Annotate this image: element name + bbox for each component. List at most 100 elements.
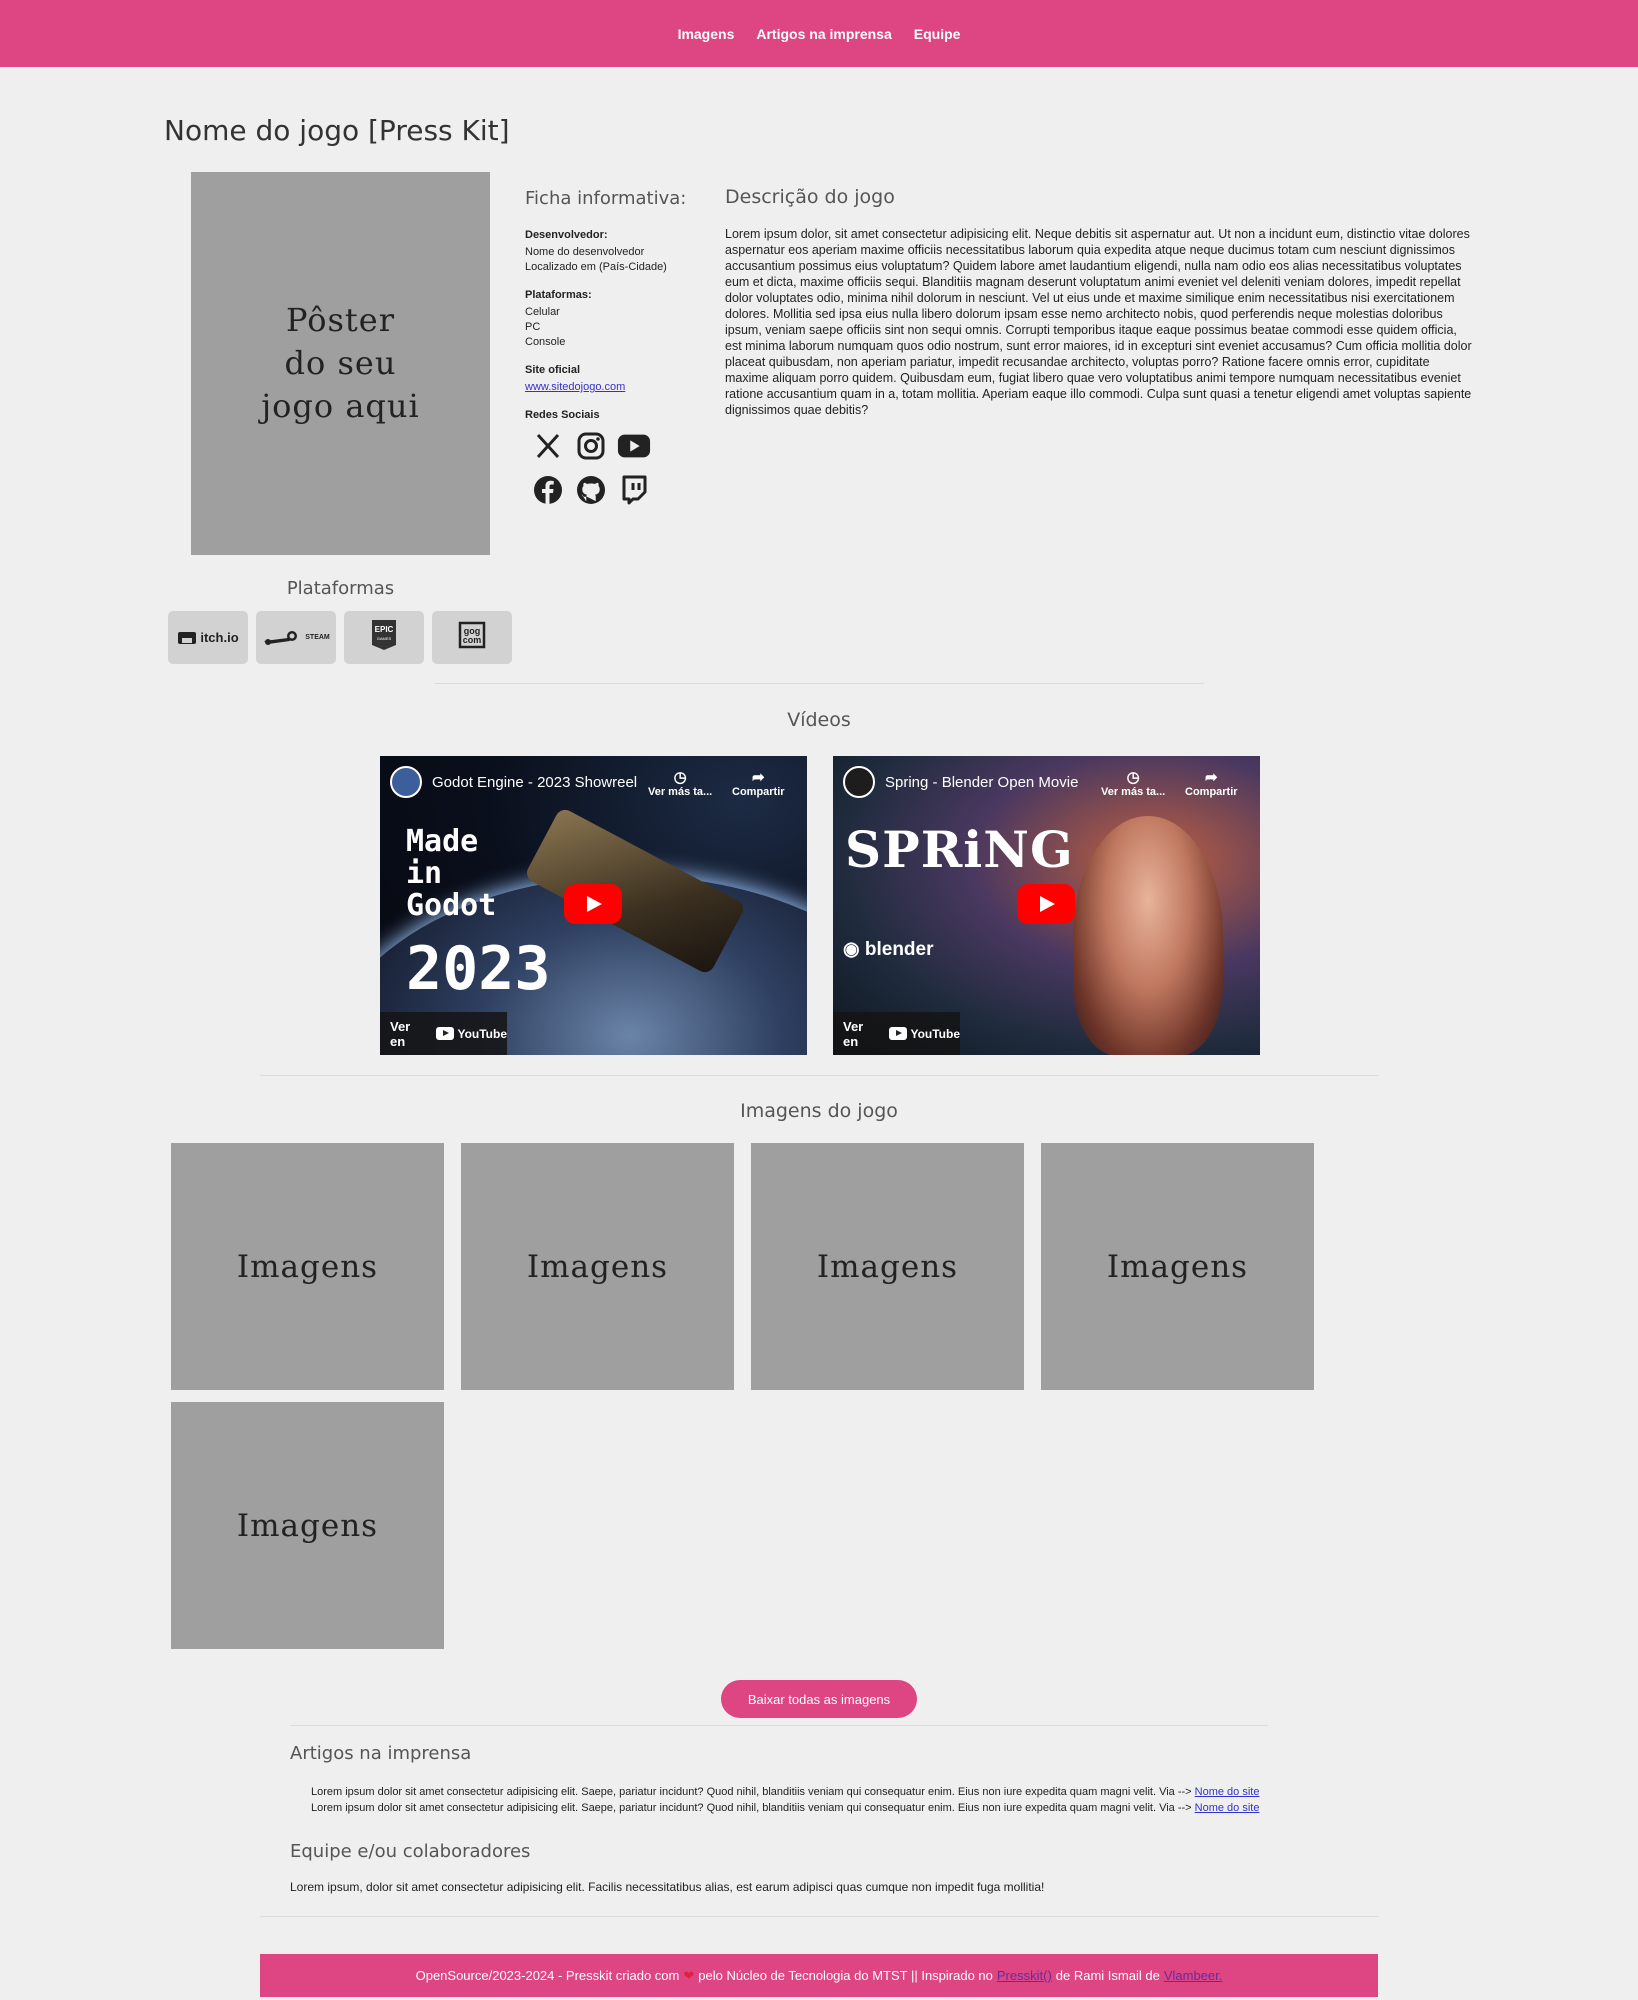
- godot-channel-avatar[interactable]: [390, 766, 422, 798]
- youtube-icon[interactable]: [617, 429, 651, 463]
- team-text: Lorem ipsum, dolor sit amet consectetur …: [290, 1880, 1045, 1894]
- press-articles: Lorem ipsum dolor sit amet consectetur a…: [311, 1784, 1259, 1816]
- article-source-link[interactable]: Nome do site: [1195, 1802, 1260, 1814]
- developer-label: Desenvolvedor:: [525, 229, 608, 241]
- fact-sheet: Ficha informativa: Desenvolvedor: Nome d…: [525, 188, 705, 507]
- video-title[interactable]: Spring - Blender Open Movie: [885, 774, 1078, 791]
- footer-text: pelo Núcleo de Tecnologia do MTST || Ins…: [698, 1968, 993, 1983]
- vlambeer-link[interactable]: Vlambeer.: [1164, 1968, 1223, 1983]
- share-button[interactable]: ➦ Compartir: [732, 768, 785, 798]
- instagram-icon[interactable]: [574, 429, 608, 463]
- steam-icon: STEAM: [262, 629, 330, 647]
- watch-later-button[interactable]: ◷ Ver más ta...: [1101, 768, 1165, 798]
- blender-channel-avatar[interactable]: [843, 766, 875, 798]
- image-placeholder-text: Imagens: [1106, 1248, 1249, 1285]
- image-tile[interactable]: Imagens: [171, 1402, 444, 1649]
- article-item: Lorem ipsum dolor sit amet consectetur a…: [311, 1800, 1259, 1816]
- divider: [434, 683, 1204, 684]
- videos-title: Vídeos: [787, 709, 851, 731]
- youtube-logo-icon: YouTube: [436, 1027, 507, 1041]
- platforms-title: Plataformas: [286, 578, 395, 599]
- video-title[interactable]: Godot Engine - 2023 Showreel: [432, 774, 637, 791]
- presskit-link[interactable]: Presskit(): [997, 1968, 1052, 1983]
- article-text: Lorem ipsum dolor sit amet consectetur a…: [311, 1786, 1195, 1798]
- images-title: Imagens do jogo: [740, 1100, 898, 1122]
- game-poster: Pôster do seu jogo aqui: [191, 172, 490, 555]
- itchio-store-button[interactable]: itch.io: [168, 611, 248, 664]
- developer-name: Nome do desenvolvedor: [525, 246, 645, 258]
- thumbnail-spring-logo: SPRiNG: [845, 820, 1074, 879]
- svg-text:EPIC: EPIC: [375, 625, 394, 634]
- thumbnail-year: 2023: [406, 934, 551, 1004]
- play-button[interactable]: [1017, 884, 1075, 924]
- store-links: itch.io STEAM EPIC GAMES gog com: [168, 611, 512, 664]
- game-description: Lorem ipsum dolor, sit amet consectetur …: [725, 227, 1472, 417]
- itchio-icon: itch.io: [177, 630, 239, 646]
- platform-item: Celular: [525, 306, 560, 318]
- image-placeholder-text: Imagens: [526, 1248, 669, 1285]
- youtube-logo-text: YouTube: [457, 1026, 507, 1041]
- social-label: Redes Sociais: [525, 409, 600, 421]
- epic-games-icon: EPIC GAMES: [370, 619, 398, 656]
- image-tile[interactable]: Imagens: [1041, 1143, 1314, 1390]
- steam-store-button[interactable]: STEAM: [256, 611, 336, 664]
- video-thumbnail-character: [1073, 816, 1223, 1055]
- epic-store-button[interactable]: EPIC GAMES: [344, 611, 424, 664]
- download-all-images-button[interactable]: Baixar todas as imagens: [721, 1680, 917, 1718]
- watch-on-youtube-button[interactable]: Ver en YouTube: [380, 1012, 507, 1055]
- divider: [260, 1916, 1378, 1917]
- watch-later-button[interactable]: ◷ Ver más ta...: [648, 768, 712, 798]
- video-embed-godot[interactable]: Godot Engine - 2023 Showreel ◷ Ver más t…: [380, 756, 807, 1055]
- watch-later-label: Ver más ta...: [648, 786, 713, 798]
- nav-link-imagens[interactable]: Imagens: [678, 26, 735, 42]
- share-label: Compartir: [1185, 786, 1238, 798]
- nav-link-artigos[interactable]: Artigos na imprensa: [756, 26, 891, 42]
- article-source-link[interactable]: Nome do site: [1195, 1786, 1260, 1798]
- divider: [290, 1725, 1268, 1726]
- watch-on-label: Ver en: [843, 1018, 864, 1049]
- developer-location: Localizado em (País-Cidade): [525, 261, 667, 273]
- image-placeholder-text: Imagens: [816, 1248, 959, 1285]
- social-links: [531, 429, 705, 507]
- fact-sheet-title: Ficha informativa:: [525, 188, 687, 209]
- poster-placeholder-text: Pôster do seu jogo aqui: [261, 301, 420, 425]
- footer-text: OpenSource/2023-2024 - Presskit criado c…: [415, 1968, 680, 1983]
- official-site-link[interactable]: www.sitedojogo.com: [525, 381, 625, 393]
- team-title: Equipe e/ou colaboradores: [290, 1841, 531, 1862]
- clock-icon: ◷: [1126, 769, 1140, 786]
- press-title: Artigos na imprensa: [290, 1743, 472, 1764]
- svg-text:GAMES: GAMES: [377, 636, 392, 641]
- article-item: Lorem ipsum dolor sit amet consectetur a…: [311, 1784, 1259, 1800]
- image-tile[interactable]: Imagens: [461, 1143, 734, 1390]
- share-button[interactable]: ➦ Compartir: [1185, 768, 1238, 798]
- thumbnail-line: Godot: [406, 888, 497, 923]
- page-title: Nome do jogo [Press Kit]: [164, 114, 510, 147]
- watch-on-youtube-button[interactable]: Ver en YouTube: [833, 1012, 960, 1055]
- nav-link-equipe[interactable]: Equipe: [914, 26, 961, 42]
- play-button[interactable]: [564, 884, 622, 924]
- clock-icon: ◷: [673, 769, 687, 786]
- share-icon: ➦: [1204, 769, 1218, 786]
- article-text: Lorem ipsum dolor sit amet consectetur a…: [311, 1802, 1195, 1814]
- official-site-label: Site oficial: [525, 364, 581, 376]
- thumbnail-text-made-in-godot: Made in Godot: [406, 826, 496, 922]
- video-embed-spring[interactable]: Spring - Blender Open Movie ◷ Ver más ta…: [833, 756, 1260, 1055]
- image-placeholder-text: Imagens: [236, 1507, 379, 1544]
- facebook-icon[interactable]: [531, 473, 565, 507]
- steam-label: STEAM: [305, 634, 330, 641]
- blender-icon: ◉: [843, 939, 860, 960]
- footer: OpenSource/2023-2024 - Presskit criado c…: [260, 1954, 1378, 1997]
- youtube-logo-icon: YouTube: [889, 1027, 960, 1041]
- twitch-icon[interactable]: [617, 473, 651, 507]
- gog-store-button[interactable]: gog com: [432, 611, 512, 664]
- top-nav: Imagens Artigos na imprensa Equipe: [0, 0, 1638, 67]
- image-tile[interactable]: Imagens: [751, 1143, 1024, 1390]
- watch-later-label: Ver más ta...: [1101, 786, 1166, 798]
- image-tile[interactable]: Imagens: [171, 1143, 444, 1390]
- thumbnail-line: in: [406, 856, 443, 891]
- x-icon[interactable]: [531, 429, 565, 463]
- platform-item: PC: [525, 321, 541, 333]
- github-icon[interactable]: [574, 473, 608, 507]
- divider: [260, 1075, 1378, 1076]
- heart-icon: ❤: [683, 1967, 695, 1983]
